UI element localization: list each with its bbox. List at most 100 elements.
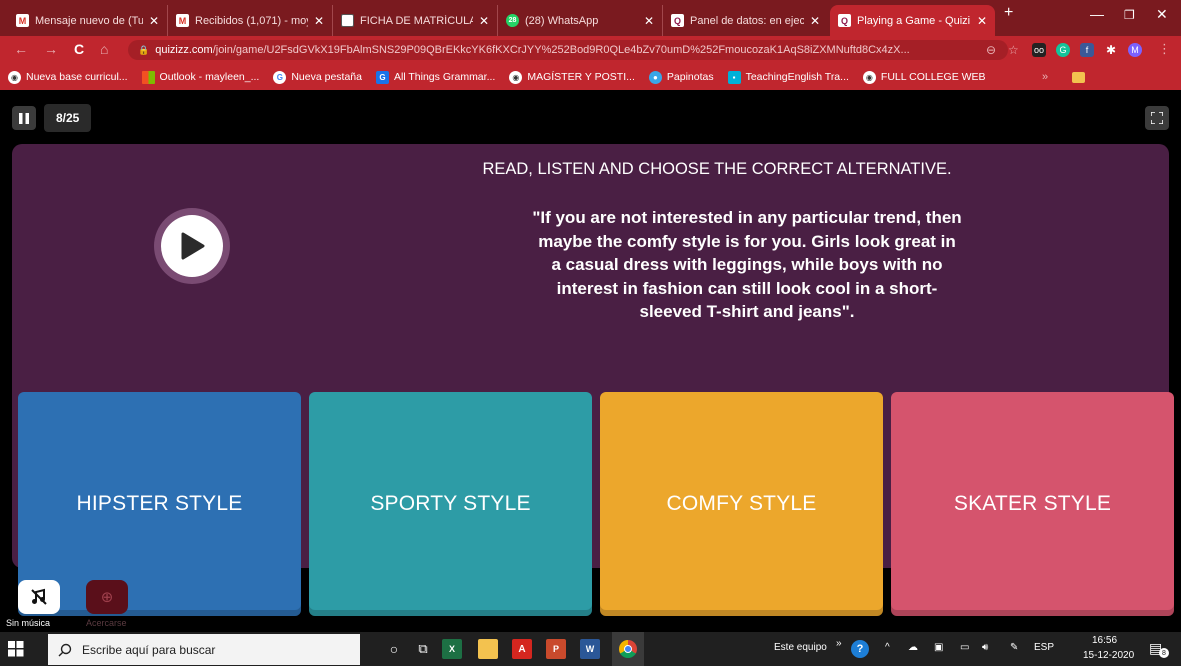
answer-label: SKATER STYLE [953,492,1112,515]
window-close-button[interactable]: ✕ [1156,6,1168,23]
tab-whatsapp[interactable]: 28 (28) WhatsApp ✕ [498,5,663,36]
url-domain: quizizz.com [155,44,213,56]
bookmark-label: Nueva pestaña [291,71,362,83]
fullscreen-button[interactable] [1145,106,1169,130]
tab-gmail-inbox[interactable]: M Recibidos (1,071) - moy ✕ [168,5,333,36]
chrome-taskbar-button[interactable] [612,632,644,666]
bookmark-item[interactable]: ● Papinotas [648,70,714,84]
menu-dots-icon[interactable]: ⋮ [1158,41,1171,57]
home-icon[interactable]: ⌂ [100,41,108,57]
search-placeholder: Escribe aquí para buscar [82,642,216,657]
battery-icon[interactable]: ▭ [960,642,969,653]
close-icon[interactable]: ✕ [314,14,324,28]
taskbar-search-box[interactable]: Escribe aquí para buscar [48,634,360,665]
browser-tab-strip: M Mensaje nuevo de (Tuto ✕ M Recibidos (… [0,0,1181,36]
tab-quizizz-panel[interactable]: Q Panel de datos: en ejecu ✕ [663,5,828,36]
new-tab-button[interactable]: + [1004,4,1013,22]
extension-icon[interactable]: oo [1032,43,1046,57]
task-view-icon[interactable]: ⧉ [413,639,433,659]
cortana-icon[interactable]: ○ [384,639,404,659]
google-icon: G [273,70,287,84]
more-toolbars-icon[interactable]: » [836,638,842,649]
help-icon[interactable]: ? [851,640,869,658]
tab-title: Playing a Game - Quizi [857,14,971,27]
bookmark-item[interactable]: ▪ TeachingEnglish Tra... [727,70,849,84]
taskbar-location-label[interactable]: Este equipo [774,642,827,653]
back-arrow-icon[interactable]: ← [14,41,28,57]
windows-taskbar: Escribe aquí para buscar ○ ⧉ X A P W Est… [0,632,1181,666]
clock-date[interactable]: 15-12-2020 [1083,650,1134,661]
bookmark-item[interactable]: G Nueva pestaña [273,70,362,84]
audio-play-button[interactable] [154,208,230,284]
music-off-icon [31,588,47,605]
tab-quizizz-game[interactable]: Q Playing a Game - Quizi ✕ [830,5,995,36]
url-field[interactable]: 🔒 quizizz.com/join/game/U2FsdGVkX19FbAlm… [128,40,1008,60]
reload-icon[interactable]: C [74,41,84,57]
puzzle-icon[interactable]: ✱ [1104,43,1118,57]
zoom-in-icon: ⊕ [100,589,114,606]
bookmark-item[interactable]: Outlook - mayleen_... [141,70,259,84]
bookmark-label: Nueva base curricul... [26,71,128,83]
bookmark-item[interactable]: ◉ FULL COLLEGE WEB [862,70,986,84]
pen-icon[interactable]: ✎ [1010,642,1018,653]
question-card: READ, LISTEN AND CHOOSE THE CORRECT ALTE… [12,144,1174,616]
whatsapp-icon: 28 [506,14,519,27]
tab-title: Mensaje nuevo de (Tuto [35,14,143,27]
restore-button[interactable]: ❐ [1124,8,1135,22]
zoom-in-button[interactable]: ⊕ [86,580,128,614]
close-icon[interactable]: ✕ [810,14,820,28]
star-icon[interactable]: ☆ [1008,43,1019,57]
bookmark-label: All Things Grammar... [393,71,496,83]
music-label: Sin música [6,618,51,628]
pause-button[interactable] [12,106,36,130]
bookmarks-bar: ◉ Nueva base curricul... Outlook - mayle… [0,64,1181,90]
close-icon[interactable]: ✕ [644,14,654,28]
document-icon [341,14,354,27]
tab-title: (28) WhatsApp [525,14,599,27]
close-icon[interactable]: ✕ [149,14,159,28]
tab-title: FICHA DE MATRÍCULA E [360,14,473,27]
folder-icon[interactable] [1072,71,1085,83]
grammarly-icon[interactable]: G [1056,43,1070,57]
question-text: "If you are not interested in any partic… [532,208,962,321]
music-toggle-button[interactable] [18,580,60,614]
onedrive-icon[interactable]: ☁ [908,642,918,653]
tab-gmail-compose[interactable]: M Mensaje nuevo de (Tuto ✕ [8,5,168,36]
powerpoint-icon[interactable]: P [546,639,566,659]
quizizz-icon: Q [671,14,684,27]
windows-start-button[interactable] [8,641,24,662]
zoom-icon[interactable]: ⊖ [986,43,996,57]
bookmark-item[interactable]: ◉ Nueva base curricul... [8,70,128,84]
answer-label: COMFY STYLE [666,492,817,515]
teachingenglish-icon: ▪ [727,70,741,84]
more-bookmarks-icon[interactable]: » [1042,71,1048,83]
file-explorer-icon[interactable] [478,639,498,659]
answer-label: SPORTY STYLE [370,492,531,515]
bookmark-item[interactable]: G All Things Grammar... [375,70,496,84]
lock-icon: 🔒 [138,44,150,55]
word-icon[interactable]: W [580,639,600,659]
close-icon[interactable]: ✕ [977,14,987,28]
excel-icon[interactable]: X [442,639,462,659]
quiz-game-area: 8/25 READ, LISTEN AND CHOOSE THE CORRECT… [0,90,1181,632]
question-counter: 8/25 [44,104,92,132]
facebook-icon[interactable]: f [1080,43,1094,57]
bookmark-item[interactable]: ◉ MAGÍSTER Y POSTI... [509,70,635,84]
close-icon[interactable]: ✕ [479,14,489,28]
minimize-button[interactable]: — [1090,6,1104,22]
address-toolbar: ← → C ⌂ 🔒 quizizz.com/join/game/U2FsdGVk… [0,36,1181,64]
search-icon [58,643,72,656]
notifications-icon[interactable]: ▤ 8 [1149,640,1169,658]
forward-arrow-icon[interactable]: → [44,41,58,57]
language-indicator[interactable]: ESP [1034,642,1054,653]
acrobat-icon[interactable]: A [512,639,532,659]
chevron-up-icon[interactable]: ^ [885,642,890,653]
avatar[interactable]: M [1128,43,1142,57]
display-icon[interactable]: ▣ [934,642,943,653]
bookmark-label: MAGÍSTER Y POSTI... [527,71,635,83]
volume-icon[interactable]: 🔊︎ [982,642,988,653]
tab-ficha-matricula[interactable]: FICHA DE MATRÍCULA E ✕ [333,5,498,36]
url-path: /join/game/U2FsdGVkX19FbAlmSNS29P09QBrEK… [212,44,910,56]
clock-time[interactable]: 16:56 [1092,635,1117,646]
microsoft-icon [141,70,155,84]
